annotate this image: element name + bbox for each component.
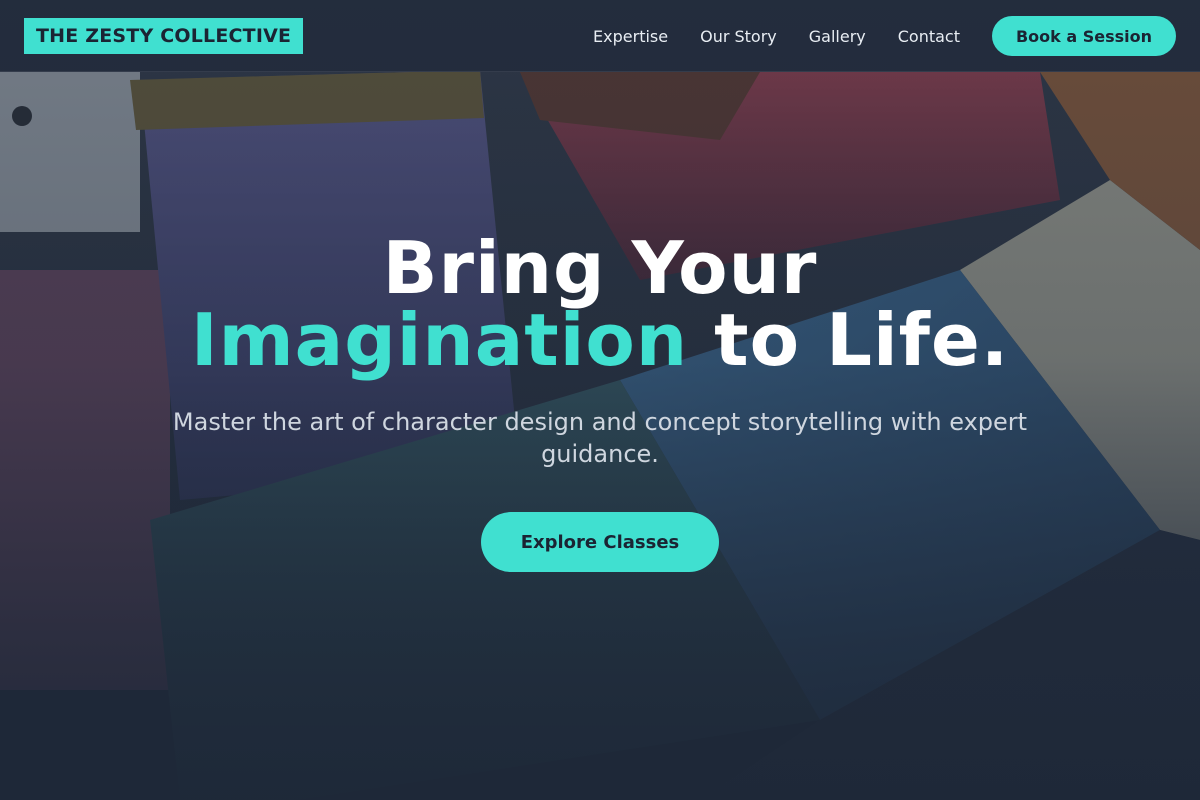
- brand-logo[interactable]: THE ZESTY COLLECTIVE: [24, 18, 304, 54]
- nav-link-our-story[interactable]: Our Story: [700, 27, 777, 46]
- hero-subtitle: Master the art of character design and c…: [172, 408, 1028, 468]
- landing-page: THE ZESTY COLLECTIVE Expertise Our Story…: [0, 0, 1200, 800]
- hero-title-accent: Imagination: [190, 298, 689, 382]
- hero-title-rest: to Life.: [688, 298, 1010, 382]
- navbar: THE ZESTY COLLECTIVE Expertise Our Story…: [0, 0, 1200, 72]
- explore-classes-button[interactable]: Explore Classes: [481, 512, 719, 572]
- nav-links: Expertise Our Story Gallery Contact: [593, 0, 960, 72]
- hero-title: Bring Your Imagination to Life.: [0, 232, 1200, 376]
- hero-section: Bring Your Imagination to Life. Master t…: [0, 232, 1200, 572]
- nav-link-gallery[interactable]: Gallery: [809, 27, 866, 46]
- nav-link-contact[interactable]: Contact: [898, 27, 960, 46]
- nav-link-expertise[interactable]: Expertise: [593, 27, 668, 46]
- book-session-button[interactable]: Book a Session: [992, 16, 1176, 56]
